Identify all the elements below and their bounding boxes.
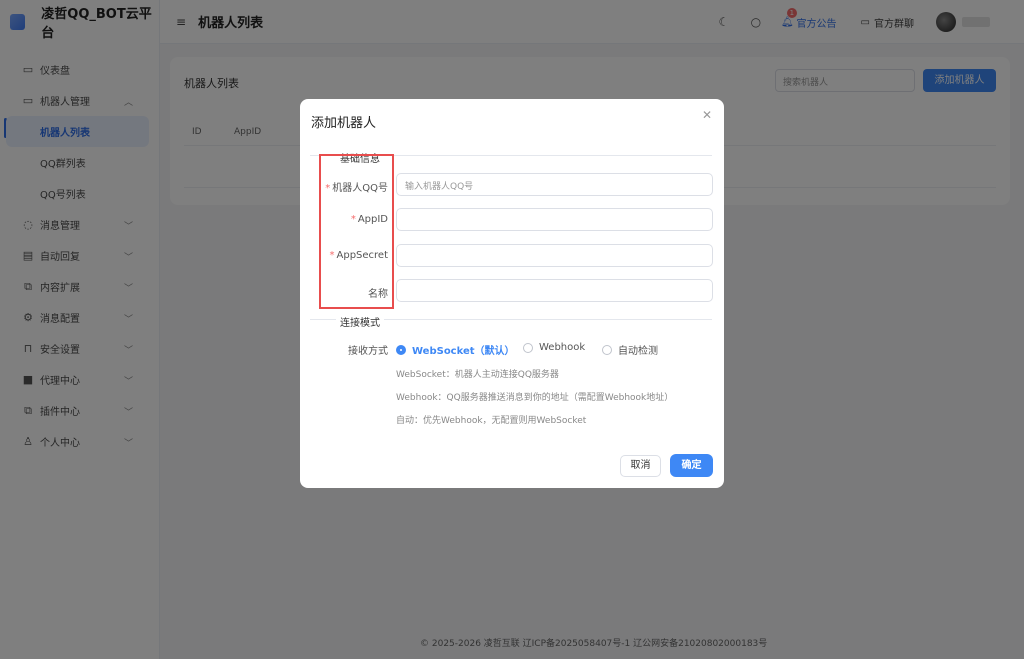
close-icon[interactable]: ✕: [702, 108, 712, 122]
robot-qq-input[interactable]: 输入机器人QQ号: [396, 173, 713, 196]
confirm-button[interactable]: 确定: [670, 454, 713, 477]
cancel-button[interactable]: 取消: [620, 455, 661, 477]
radio-dot: [523, 342, 533, 353]
add-robot-dialog: 添加机器人 ✕ 基础信息 * 机器人QQ号 输入机器人QQ号 * AppID * Ap…: [300, 99, 724, 488]
name-input[interactable]: [396, 279, 713, 302]
radio-dot: [396, 344, 406, 355]
radio-websocket[interactable]: WebSocket（默认）: [396, 342, 515, 357]
dialog-title: 添加机器人: [311, 116, 377, 131]
appsecret-input[interactable]: [396, 244, 713, 267]
receive-mode-label: 接收方式: [348, 346, 388, 357]
hint-auto: 自动：优先Webhook，无配置则用WebSocket: [396, 416, 587, 426]
radio-label: 自动检测: [618, 346, 658, 357]
hint-webhook: Webhook：QQ服务器推送消息到你的地址（需配置Webhook地址）: [396, 393, 674, 403]
radio-label: Webhook: [539, 342, 586, 353]
radio-label: WebSocket（默认）: [412, 346, 515, 357]
highlight-box: [319, 154, 394, 309]
hint-websocket: WebSocket：机器人主动连接QQ服务器: [396, 370, 559, 380]
radio-dot: [602, 344, 612, 355]
section-title-connect: 连接模式: [336, 314, 384, 329]
radio-auto-detect[interactable]: 自动检测: [602, 342, 658, 357]
radio-webhook[interactable]: Webhook: [523, 342, 585, 353]
appid-input[interactable]: [396, 208, 713, 231]
